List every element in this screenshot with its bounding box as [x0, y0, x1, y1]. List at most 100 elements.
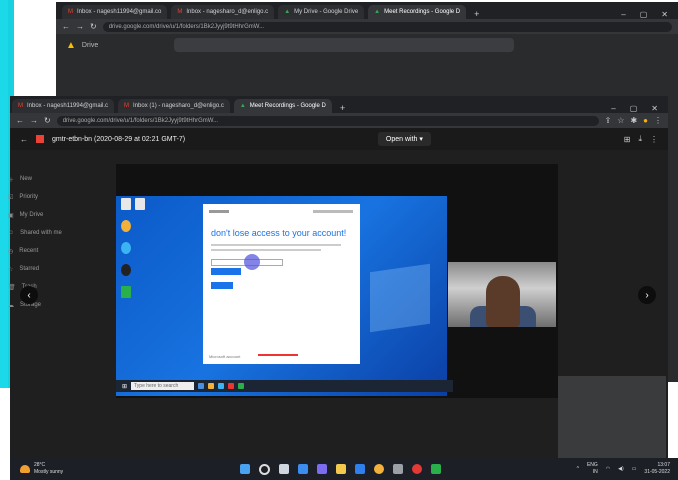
share-icon[interactable]: ⇪ — [605, 116, 612, 125]
back-tab-1[interactable]: M Inbox - nagesh11994@gmail.co — [62, 5, 168, 19]
chrome-icon-2[interactable] — [412, 464, 422, 474]
webcam-feed — [448, 262, 556, 327]
app-icon-2 — [121, 286, 131, 298]
sidebar-item-recent[interactable]: ◷ Recent — [8, 242, 98, 260]
star-icon[interactable]: ☆ — [617, 116, 624, 125]
star-icon: ☆ — [8, 266, 14, 273]
microsoft-logo-icon — [209, 210, 229, 213]
battery-icon[interactable]: ▭ — [632, 466, 637, 472]
dialog-text-line — [211, 244, 341, 246]
language-indicator[interactable]: ENG IN — [587, 462, 598, 476]
forward-arrow-icon[interactable]: → — [76, 22, 84, 31]
task-view-icon[interactable] — [279, 464, 289, 474]
widgets-icon[interactable] — [298, 464, 308, 474]
sidebar-item-priority[interactable]: ☑ Priority — [8, 188, 98, 206]
back-drive-title: Drive — [81, 41, 99, 49]
windows-logo-glow — [370, 263, 430, 333]
clock[interactable]: 13:07 31-05-2022 — [644, 462, 670, 476]
minimize-icon[interactable]: – — [621, 10, 625, 19]
front-tab-3[interactable]: ▲ Meet Recordings - Google D — [233, 99, 332, 113]
video-file-icon — [36, 135, 44, 143]
search-icon[interactable] — [259, 463, 270, 475]
back-search-input[interactable] — [174, 38, 515, 52]
speaker-icon[interactable]: ◀) — [618, 466, 624, 472]
dialog-title: don't lose access to your account! — [211, 228, 347, 238]
taskbar-app-icon — [218, 383, 225, 389]
minimize-icon[interactable]: – — [611, 104, 615, 113]
weather-text: Mostly sunny — [34, 469, 64, 475]
file-explorer-icon[interactable] — [336, 464, 346, 474]
sidebar-item-starred[interactable]: ☆ Starred — [8, 260, 98, 278]
chrome-icon[interactable] — [374, 464, 384, 474]
profile-icon[interactable]: ● — [643, 116, 648, 125]
participant-thumbnail — [558, 376, 666, 458]
new-tab-button[interactable]: + — [336, 103, 349, 113]
close-preview-arrow-icon[interactable]: ← — [20, 135, 28, 144]
dialog-next-button[interactable] — [211, 268, 241, 275]
drive-icon: ▲ — [239, 103, 246, 109]
sidebar-item-shared[interactable]: ☺ Shared with me — [8, 224, 98, 242]
close-icon[interactable]: ✕ — [651, 104, 658, 113]
dialog-user-email — [313, 210, 353, 213]
download-icon[interactable]: ⤓ — [638, 134, 642, 144]
back-arrow-icon[interactable]: ← — [62, 22, 70, 31]
taskbar-apps — [240, 463, 441, 475]
previous-file-button[interactable]: ‹ — [20, 286, 38, 304]
back-tab-3[interactable]: ▲ My Drive - Google Drive — [278, 5, 365, 19]
reload-icon[interactable]: ↻ — [44, 116, 51, 125]
chevron-up-icon[interactable]: ^ — [577, 466, 579, 472]
maximize-icon[interactable]: ▢ — [630, 104, 638, 113]
taskbar-app-icon — [228, 383, 235, 389]
settings-icon[interactable] — [393, 464, 403, 474]
priority-icon: ☑ — [8, 194, 14, 201]
wifi-icon[interactable]: ◠ — [606, 466, 610, 472]
reload-icon[interactable]: ↻ — [90, 22, 97, 31]
weather-temp: 28°C — [34, 462, 46, 468]
dialog-footer-link[interactable] — [258, 354, 298, 356]
back-url-field[interactable]: drive.google.com/drive/u/1/folders/1Bk2J… — [102, 21, 672, 32]
person-figure — [486, 276, 520, 327]
clock-icon: ◷ — [8, 248, 14, 255]
open-with-button[interactable]: Open with ▾ — [377, 132, 431, 146]
gmail-icon: M — [68, 9, 73, 15]
front-url-field[interactable]: drive.google.com/drive/u/1/folders/1Bk2J… — [56, 115, 599, 126]
start-button-icon[interactable] — [240, 464, 250, 474]
store-icon[interactable] — [355, 464, 365, 474]
forward-arrow-icon[interactable]: → — [30, 116, 38, 125]
recycle-bin-icon — [121, 198, 131, 210]
close-icon[interactable]: ✕ — [661, 10, 668, 19]
drive-logo-icon: ▲ — [66, 39, 76, 51]
next-file-button[interactable]: › — [638, 286, 656, 304]
extensions-icon[interactable]: ✱ — [630, 116, 637, 125]
taskbar-app-icon — [208, 383, 215, 389]
back-tab-bar: M Inbox - nagesh11994@gmail.co M Inbox - n… — [56, 2, 678, 19]
app-icon — [121, 264, 131, 276]
chevron-left-icon: ‹ — [27, 289, 31, 301]
preview-header: ← gmtr-etbn-bn (2020-08-29 at 02:21 GMT-… — [10, 128, 668, 150]
sidebar-item-my-drive[interactable]: ▣ My Drive — [8, 206, 98, 224]
chevron-right-icon: › — [645, 289, 649, 301]
add-to-drive-icon[interactable]: ⊞ — [624, 135, 631, 144]
recorded-search-box: Type here to search — [131, 382, 195, 390]
dialog-secondary-button[interactable] — [211, 282, 233, 289]
microsoft-dialog: don't lose access to your account! Micro… — [203, 204, 360, 364]
front-tab-2[interactable]: M Inbox (1) - nagesharo_d@enligo.c — [118, 99, 230, 113]
app-icon[interactable] — [431, 464, 441, 474]
back-address-bar: ← → ↻ drive.google.com/drive/u/1/folders… — [56, 19, 678, 34]
back-tab-2[interactable]: M Inbox - nagesharo_d@enligo.c — [171, 5, 275, 19]
menu-icon[interactable]: ⋮ — [654, 116, 662, 125]
drive-icon: ▲ — [284, 9, 291, 15]
back-arrow-icon[interactable]: ← — [16, 116, 24, 125]
maximize-icon[interactable]: ▢ — [640, 10, 648, 19]
front-tab-1[interactable]: M Inbox - nagesh11994@gmail.c — [12, 99, 115, 113]
front-tab-bar: M Inbox - nagesh11994@gmail.c M Inbox (1) … — [10, 96, 668, 113]
back-tab-4[interactable]: ▲ Meet Recordings - Google D — [368, 5, 467, 19]
new-tab-button[interactable]: + — [470, 9, 483, 19]
edge-icon — [121, 242, 131, 254]
sidebar-item-new[interactable]: ＋ New — [8, 170, 98, 188]
more-options-icon[interactable]: ⋮ — [650, 135, 658, 144]
back-drive-header: ▲ Drive — [56, 34, 678, 56]
weather-widget[interactable]: 28°C Mostly sunny — [10, 462, 240, 476]
weather-icon — [20, 465, 30, 473]
chat-icon[interactable] — [317, 464, 327, 474]
